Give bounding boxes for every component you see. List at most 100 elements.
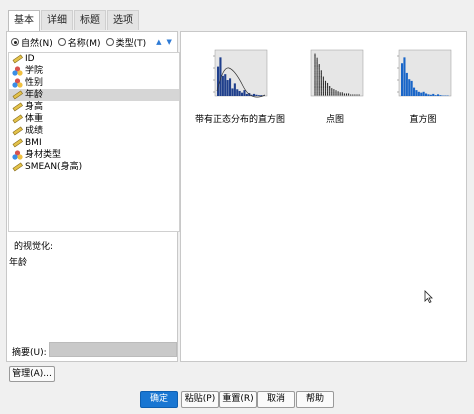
dot-mark <box>314 86 316 88</box>
cancel-button[interactable]: 取消 <box>257 391 295 408</box>
dot-mark <box>316 88 318 90</box>
dot-mark <box>329 88 331 90</box>
dot-mark <box>318 84 320 87</box>
histogram-bar <box>238 90 241 96</box>
dot-mark <box>322 81 324 83</box>
sort-natural-radio[interactable] <box>11 38 19 46</box>
dot-mark <box>322 84 324 87</box>
dot-mark <box>341 94 343 96</box>
sort-natural-option[interactable]: 自然(N) <box>11 36 53 49</box>
histogram-bar <box>432 93 435 96</box>
variable-label: 性别 <box>25 78 44 88</box>
dot-mark <box>322 78 324 80</box>
scale-ruler-icon <box>12 162 23 172</box>
dot-mark <box>337 93 339 95</box>
dot-mark <box>316 72 318 74</box>
dot-mark <box>316 76 318 78</box>
variable-label: 体重 <box>25 114 44 124</box>
dot-mark <box>318 76 320 78</box>
dot-mark <box>316 77 318 79</box>
help-button[interactable]: 帮助 <box>296 391 334 408</box>
variable-item[interactable]: 学院 <box>9 65 179 77</box>
dot-mark <box>318 74 320 76</box>
sort-ascending-icon[interactable]: ▲ <box>156 38 161 46</box>
nominal-icon <box>12 150 23 160</box>
visualization-value: 年龄 <box>9 258 28 268</box>
dot-mark <box>322 80 324 82</box>
reset-button[interactable]: 重置(R) <box>219 391 257 408</box>
histogram-bar <box>233 83 236 96</box>
sort-name-label: 名称(M) <box>67 38 101 49</box>
sort-type-radio[interactable] <box>105 38 114 46</box>
dot-mark <box>341 92 343 94</box>
dot-plot-thumbnail[interactable] <box>305 46 365 104</box>
dot-mark <box>324 83 327 86</box>
dot-mark <box>322 91 324 93</box>
variable-item[interactable]: BMI <box>9 137 179 149</box>
summary-field[interactable] <box>49 342 177 357</box>
dot-mark <box>316 91 318 93</box>
tab-basic[interactable]: 基本 <box>8 10 40 32</box>
dot-mark <box>318 86 320 88</box>
sort-descending-icon[interactable]: ▼ <box>166 38 171 46</box>
variable-item[interactable]: SMEAN(身高) <box>9 161 179 173</box>
dot-mark <box>318 68 320 70</box>
gallery-item-histogram[interactable] <box>393 46 453 107</box>
dot-mark <box>324 90 327 92</box>
tab-titles[interactable]: 标题 <box>74 10 106 30</box>
dot-mark <box>314 84 316 87</box>
histogram-thumbnail[interactable] <box>393 46 453 104</box>
dot-mark <box>343 94 345 96</box>
variable-label: 学院 <box>25 66 44 76</box>
dot-mark <box>316 94 318 96</box>
tab-options[interactable]: 选项 <box>107 10 139 30</box>
tab-details[interactable]: 详细 <box>41 10 73 30</box>
dot-mark <box>327 92 329 94</box>
paste-button[interactable]: 粘贴(P) <box>181 391 219 408</box>
sort-type-option[interactable]: 类型(T) <box>105 36 146 49</box>
ok-button[interactable]: 确定 <box>140 391 178 408</box>
dot-mark <box>314 77 316 79</box>
variable-item[interactable]: 年龄 <box>9 89 179 101</box>
dot-mark <box>316 61 318 64</box>
dot-mark <box>316 68 318 70</box>
dot-mark <box>314 58 316 60</box>
dot-mark <box>322 89 324 91</box>
dot-mark <box>316 83 318 86</box>
dot-mark <box>322 87 324 89</box>
dot-mark <box>316 65 318 67</box>
dot-mark <box>324 93 327 95</box>
dot-mark <box>329 91 331 93</box>
variable-list[interactable]: ID 学院性别 年龄 身高 体重 成绩 BMI 身材类型 SMEAN(身高) <box>8 52 180 232</box>
manage-button[interactable]: 管理(A)... <box>9 366 55 382</box>
variable-item[interactable]: 身材类型 <box>9 149 179 161</box>
dot-mark <box>318 89 320 91</box>
variable-item[interactable]: ID <box>9 53 179 65</box>
histogram-bar <box>410 80 413 96</box>
dot-mark <box>320 94 322 96</box>
dot-mark <box>329 89 331 91</box>
dot-mark <box>329 92 331 94</box>
dot-mark <box>318 70 320 72</box>
dot-mark <box>345 93 348 95</box>
dot-mark <box>314 70 316 72</box>
histogram-normal-thumbnail[interactable] <box>209 46 269 104</box>
gallery-item-histogram-normal[interactable] <box>209 46 269 107</box>
variable-item[interactable]: 成绩 <box>9 125 179 137</box>
gallery-item-dot-plot[interactable] <box>305 46 365 107</box>
sort-name-option[interactable]: 名称(M) <box>57 36 101 49</box>
dot-mark <box>324 81 327 83</box>
dot-mark <box>316 89 318 91</box>
variable-item[interactable]: 体重 <box>9 113 179 125</box>
dot-mark <box>314 73 316 75</box>
gallery-caption-histogram-normal: 带有正态分布的直方图 <box>194 115 286 125</box>
dot-mark <box>316 78 318 80</box>
dot-mark <box>318 81 320 83</box>
variable-item[interactable]: 身高 <box>9 101 179 113</box>
dot-mark <box>318 80 320 82</box>
dot-mark <box>327 87 329 89</box>
variable-item[interactable]: 性别 <box>9 77 179 89</box>
visualization-gallery: 带有正态分布的直方图 点图 直方图 <box>180 31 467 362</box>
dot-mark <box>320 78 322 80</box>
sort-name-radio[interactable] <box>57 38 66 46</box>
